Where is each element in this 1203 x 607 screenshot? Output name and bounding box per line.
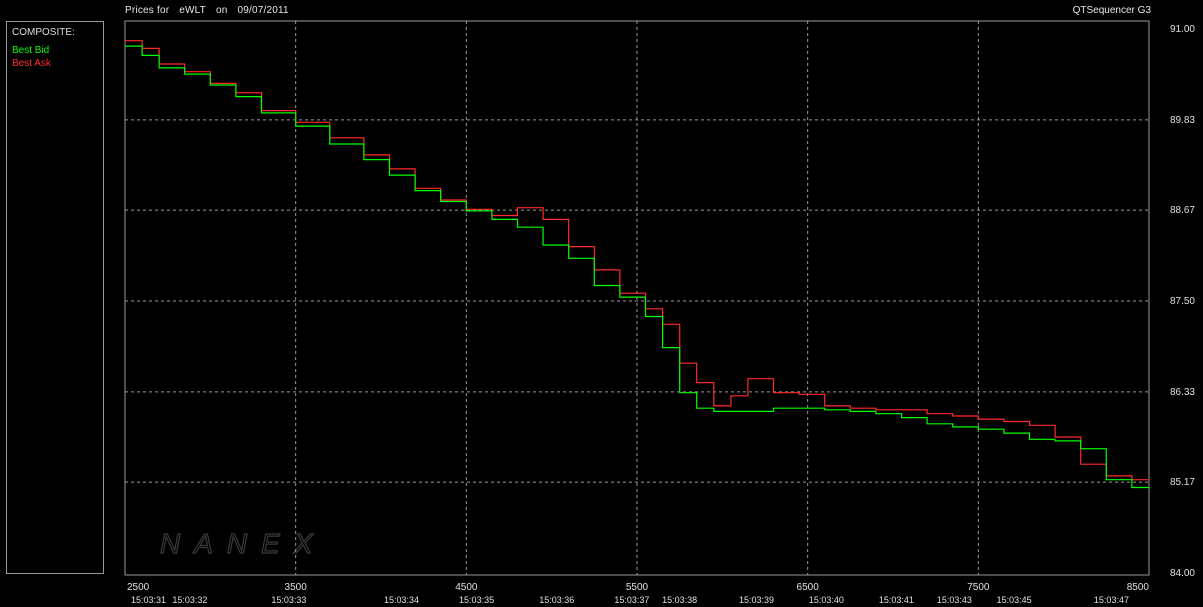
y-tick-label: 85.17 bbox=[1170, 477, 1195, 488]
x-tick-label: 8500 bbox=[1127, 582, 1150, 593]
time-tick-label: 15:03:40 bbox=[809, 595, 844, 605]
price-chart: NANEX 91.00 89.83 88.67 87.50 86.33 85.17 84.0… bbox=[124, 20, 1195, 605]
y-tick-label: 84.00 bbox=[1170, 568, 1195, 579]
y-tick-label: 86.33 bbox=[1170, 387, 1195, 398]
time-tick-label: 15:03:47 bbox=[1094, 595, 1129, 605]
time-tick-label: 15:03:38 bbox=[662, 595, 697, 605]
time-tick-label: 15:03:36 bbox=[539, 595, 574, 605]
time-tick-label: 15:03:43 bbox=[937, 595, 972, 605]
x-tick-label: 7500 bbox=[967, 582, 990, 593]
y-tick-label: 91.00 bbox=[1170, 24, 1195, 35]
x-tick-label: 3500 bbox=[285, 582, 308, 593]
nanex-watermark: NANEX bbox=[160, 528, 326, 559]
x-tick-label: 5500 bbox=[626, 582, 649, 593]
time-tick-label: 15:03:31 bbox=[131, 595, 166, 605]
time-tick-label: 15:03:45 bbox=[997, 595, 1032, 605]
time-tick-label: 15:03:33 bbox=[271, 595, 306, 605]
grid-lines bbox=[125, 21, 1149, 575]
time-tick-label: 15:03:34 bbox=[384, 595, 419, 605]
y-tick-label: 88.67 bbox=[1170, 205, 1195, 216]
x-tick-label: 2500 bbox=[127, 582, 150, 593]
time-tick-label: 15:03:39 bbox=[739, 595, 774, 605]
y-axis-labels: 91.00 89.83 88.67 87.50 86.33 85.17 84.00 bbox=[1170, 24, 1195, 579]
y-tick-label: 87.50 bbox=[1170, 296, 1195, 307]
time-tick-label: 15:03:41 bbox=[879, 595, 914, 605]
x-tick-label: 6500 bbox=[797, 582, 820, 593]
x-tick-label: 4500 bbox=[455, 582, 478, 593]
time-tick-label: 15:03:35 bbox=[459, 595, 494, 605]
time-labels: 15:03:31 15:03:32 15:03:33 15:03:34 15:03:35… bbox=[131, 595, 1129, 605]
time-tick-label: 15:03:32 bbox=[172, 595, 207, 605]
time-tick-label: 15:03:37 bbox=[614, 595, 649, 605]
y-tick-label: 89.83 bbox=[1170, 115, 1195, 126]
x-axis-labels: 2500 3500 4500 5500 6500 7500 8500 bbox=[127, 582, 1149, 593]
